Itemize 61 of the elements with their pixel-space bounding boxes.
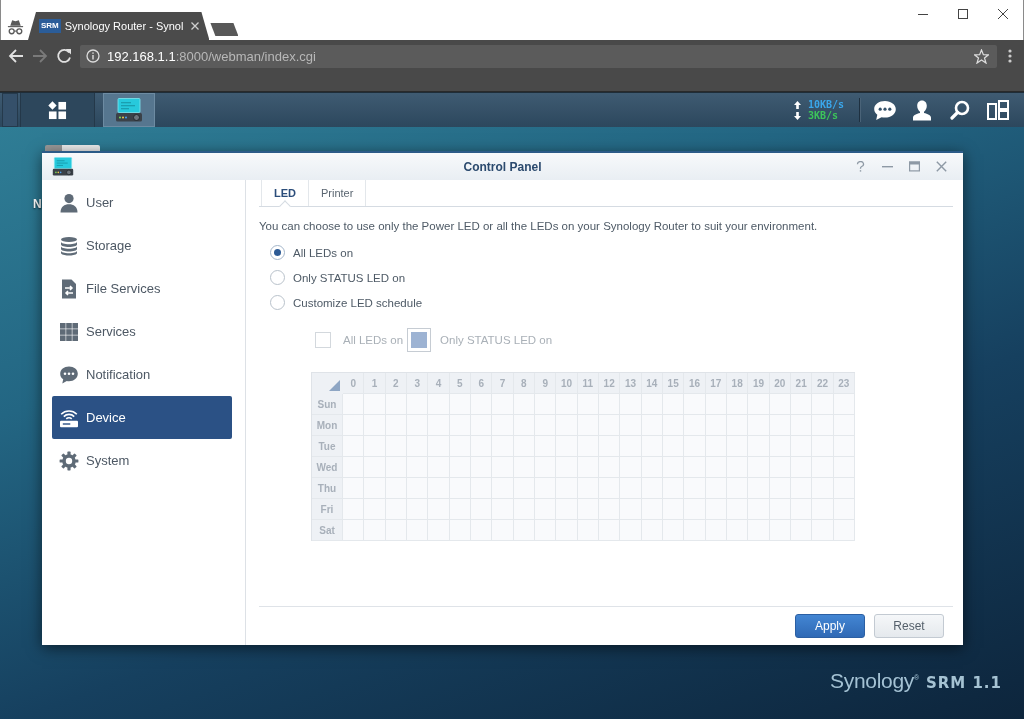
desktop-icon-label[interactable]: N xyxy=(33,197,42,211)
reload-icon[interactable] xyxy=(56,48,72,64)
corner-triangle-icon xyxy=(329,380,340,391)
down-arrow-icon xyxy=(793,111,801,120)
sidebar-item[interactable]: Storage xyxy=(52,224,232,267)
logo-wordmark: Synology$^{®}$ xyxy=(830,669,919,693)
back-arrow-icon[interactable] xyxy=(8,48,24,64)
radio-label[interactable]: Customize LED schedule xyxy=(293,296,423,309)
star-icon[interactable] xyxy=(974,48,989,64)
legend-label: All LEDs on xyxy=(343,334,404,346)
start-button[interactable] xyxy=(20,93,95,127)
user-icon xyxy=(59,192,79,213)
user-icon[interactable] xyxy=(912,99,932,121)
window-title: Control Panel xyxy=(463,159,542,174)
panels-icon[interactable] xyxy=(987,100,1009,120)
device-screen-icon xyxy=(52,157,74,176)
info-icon[interactable] xyxy=(86,49,100,63)
incognito-icon xyxy=(6,19,25,35)
router-icon xyxy=(59,407,79,428)
menu-icon[interactable] xyxy=(1008,49,1012,63)
taskbar-app-button[interactable] xyxy=(103,93,155,127)
legend-label: Only STATUS LED on xyxy=(440,334,553,346)
address-field[interactable]: 192.168.1.1:8000/webman/index.cgi xyxy=(80,44,997,68)
up-arrow-icon xyxy=(793,100,801,109)
radio-label[interactable]: All LEDs on xyxy=(293,246,354,259)
radio-button[interactable] xyxy=(270,295,285,310)
grid-icon xyxy=(59,321,79,342)
product-version: SRM 1.1 xyxy=(925,674,1002,692)
device-screen-icon xyxy=(115,98,143,122)
sidebar-item[interactable]: System xyxy=(52,439,232,482)
description-text: You can choose to use only the Power LED or all the LEDs on your Synology Router to suit your environment. xyxy=(259,219,819,233)
sidebar-item[interactable]: Device xyxy=(52,396,232,439)
file-transfer-icon xyxy=(59,278,79,299)
tiles-icon xyxy=(48,100,67,120)
tab-favicon: SRM xyxy=(39,19,61,33)
background-window-edge xyxy=(45,145,100,151)
maximize-icon[interactable] xyxy=(958,9,968,19)
radio-button[interactable] xyxy=(270,270,285,285)
help-icon[interactable] xyxy=(855,161,866,172)
chat-icon[interactable] xyxy=(873,99,897,121)
download-rate: 3KB/s xyxy=(807,110,839,121)
apply-button[interactable]: Apply xyxy=(795,614,865,638)
database-icon xyxy=(59,235,79,256)
legend-swatch-icon xyxy=(407,328,432,352)
legend-swatch-icon xyxy=(315,332,331,348)
reset-button[interactable]: Reset xyxy=(874,614,944,638)
new-tab-button[interactable] xyxy=(210,23,239,36)
radio-label[interactable]: Only STATUS LED on xyxy=(293,271,406,284)
radio-button[interactable] xyxy=(270,245,285,260)
sidebar-item[interactable]: File Services xyxy=(52,267,232,310)
speech-bubble-icon xyxy=(59,364,79,385)
search-icon[interactable] xyxy=(950,100,970,120)
close-icon[interactable] xyxy=(998,9,1008,19)
sidebar-item[interactable]: User xyxy=(52,181,232,224)
browser-tab[interactable]: SRM Synology Router - Synol xyxy=(28,12,210,40)
taskbar-edge-button[interactable] xyxy=(2,93,18,127)
sidebar-item[interactable]: Notification xyxy=(52,353,232,396)
upload-rate: 10KB/s xyxy=(807,99,844,110)
tab[interactable]: Printer xyxy=(309,180,367,206)
sidebar-item[interactable]: Services xyxy=(52,310,232,353)
gear-icon xyxy=(59,450,79,471)
